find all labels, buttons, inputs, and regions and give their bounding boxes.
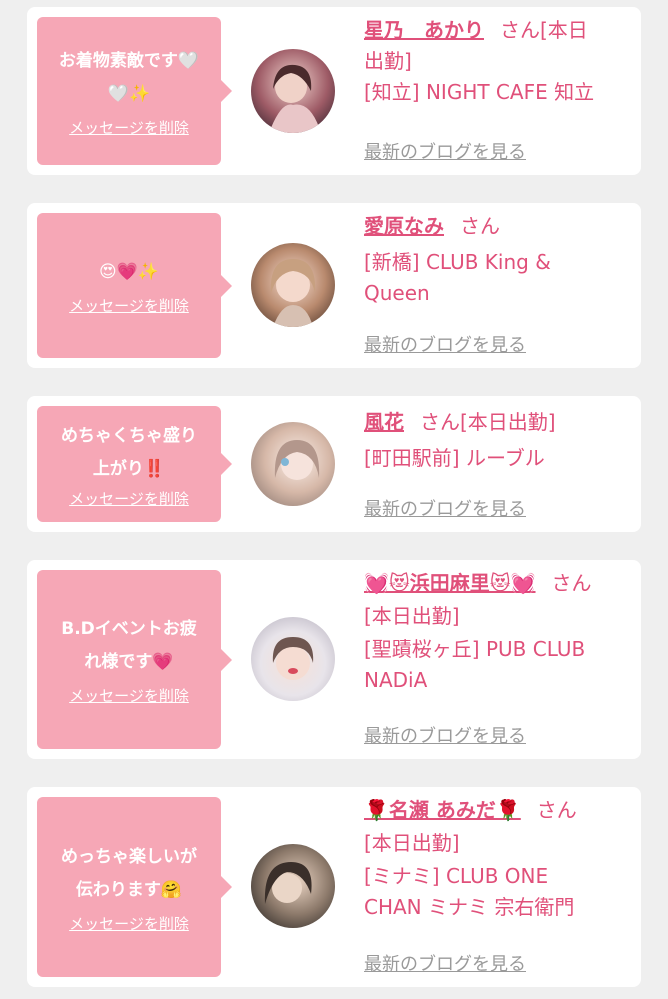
avatar[interactable]: [251, 243, 335, 327]
honorific: さん: [500, 18, 540, 42]
cast-info: 🌹名瀬 あみだ🌹 さん [本日出勤] [ミナミ] CLUB ONE CHAN ミナ…: [364, 795, 634, 923]
message-text-line: お着物素敵です🤍: [58, 50, 200, 71]
latest-blog-link[interactable]: 最新のブログを見る: [364, 722, 526, 748]
cast-name-link[interactable]: 愛原なみ: [364, 214, 444, 238]
message-bubble: 😍💗✨ メッセージを削除: [37, 213, 232, 358]
cast-info: 風花 さん[本日出勤] [町田駅前] ルーブル: [364, 407, 634, 474]
message-text-line: B.Dイベントお疲: [61, 619, 197, 639]
status-text: [本日出勤]: [364, 831, 460, 855]
cast-info: 愛原なみ さん [新橋] CLUB King & Queen: [364, 211, 634, 309]
shop-name: CHAN ミナミ 宗右衛門: [364, 895, 575, 919]
honorific: さん: [420, 410, 460, 434]
cast-info: 💓😻浜田麻里😻💓 さん [本日出勤] [聖蹟桜ヶ丘] PUB CLUB NADiA: [364, 568, 634, 696]
woman-photo-avatar-icon: [251, 844, 335, 928]
cast-name-link[interactable]: 💓😻浜田麻里😻💓: [364, 571, 536, 595]
status-text: [本日: [540, 18, 588, 42]
message-text-line: 上がり‼️: [92, 458, 166, 479]
cast-name-link[interactable]: 🌹名瀬 あみだ🌹: [364, 798, 521, 822]
avatar[interactable]: [251, 422, 335, 506]
avatar[interactable]: [251, 844, 335, 928]
woman-photo-avatar-icon: [251, 243, 335, 327]
shop-name: NADiA: [364, 668, 428, 692]
message-text-line: 🤍✨: [107, 83, 151, 104]
status-text: [本日出勤]: [460, 410, 556, 434]
shop-name: [知立] NIGHT CAFE 知立: [364, 80, 595, 104]
delete-message-link[interactable]: メッセージを削除: [69, 488, 189, 509]
latest-blog-link[interactable]: 最新のブログを見る: [364, 331, 526, 357]
message-bubble: B.Dイベントお疲 れ様です💗 メッセージを削除: [37, 570, 232, 749]
shop-name: [ミナミ] CLUB ONE: [364, 864, 549, 888]
woman-photo-avatar-icon: [251, 617, 335, 701]
woman-photo-avatar-icon: [251, 422, 335, 506]
message-text-line: めちゃくちゃ盛り: [61, 425, 197, 446]
shop-name: [新橋] CLUB King &: [364, 250, 551, 274]
cast-name-link[interactable]: 風花: [364, 410, 404, 434]
woman-photo-avatar-icon: [251, 49, 335, 133]
message-card: めっちゃ楽しいが 伝わります🤗 メッセージを削除 🌹名瀬 あみだ🌹 さん [本日出…: [27, 787, 641, 987]
cast-info: 星乃 あかり さん[本日 出勤] [知立] NIGHT CAFE 知立: [364, 15, 634, 108]
delete-message-link[interactable]: メッセージを削除: [69, 685, 189, 706]
latest-blog-link[interactable]: 最新のブログを見る: [364, 950, 526, 976]
latest-blog-link[interactable]: 最新のブログを見る: [364, 138, 526, 164]
message-bubble: お着物素敵です🤍 🤍✨ メッセージを削除: [37, 17, 232, 165]
shop-name: [町田駅前] ルーブル: [364, 446, 545, 470]
delete-message-link[interactable]: メッセージを削除: [69, 117, 189, 138]
cast-name-line: 風花 さん[本日出勤]: [364, 407, 634, 438]
cast-name-line: 愛原なみ さん: [364, 211, 634, 242]
delete-message-link[interactable]: メッセージを削除: [69, 295, 189, 316]
message-bubble: めちゃくちゃ盛り 上がり‼️ メッセージを削除: [37, 406, 232, 522]
latest-blog-link[interactable]: 最新のブログを見る: [364, 495, 526, 521]
honorific: さん: [460, 214, 500, 238]
status-text: 出勤]: [364, 49, 412, 73]
message-card: 😍💗✨ メッセージを削除 愛原なみ さん [新橋] CLUB King & Que…: [27, 203, 641, 368]
delete-message-link[interactable]: メッセージを削除: [69, 913, 189, 934]
message-text-line: 伝わります🤗: [75, 879, 183, 900]
cast-name-line: 🌹名瀬 あみだ🌹 さん: [364, 795, 634, 826]
message-card: B.Dイベントお疲 れ様です💗 メッセージを削除 💓😻浜田麻里😻💓 さん [本日出…: [27, 560, 641, 759]
message-card: お着物素敵です🤍 🤍✨ メッセージを削除 星乃 あかり さん[本日 出勤] [知立…: [27, 7, 641, 175]
cast-name-line: 星乃 あかり さん[本日: [364, 15, 634, 46]
message-bubble: めっちゃ楽しいが 伝わります🤗 メッセージを削除: [37, 797, 232, 977]
message-text-line: れ様です💗: [84, 652, 174, 672]
status-text: [本日出勤]: [364, 604, 460, 628]
cast-name-link[interactable]: 星乃 あかり: [364, 18, 484, 42]
avatar[interactable]: [251, 617, 335, 701]
message-text-line: めっちゃ楽しいが: [61, 846, 197, 867]
message-text-line: 😍💗✨: [98, 261, 160, 282]
shop-name: Queen: [364, 281, 430, 305]
avatar[interactable]: [251, 49, 335, 133]
honorific: さん: [536, 798, 577, 822]
shop-name: [聖蹟桜ヶ丘] PUB CLUB: [364, 637, 586, 661]
honorific: さん: [551, 571, 592, 595]
cast-name-line: 💓😻浜田麻里😻💓 さん: [364, 568, 634, 599]
message-card: めちゃくちゃ盛り 上がり‼️ メッセージを削除 風花 さん[本日出勤] [町田駅前…: [27, 396, 641, 532]
